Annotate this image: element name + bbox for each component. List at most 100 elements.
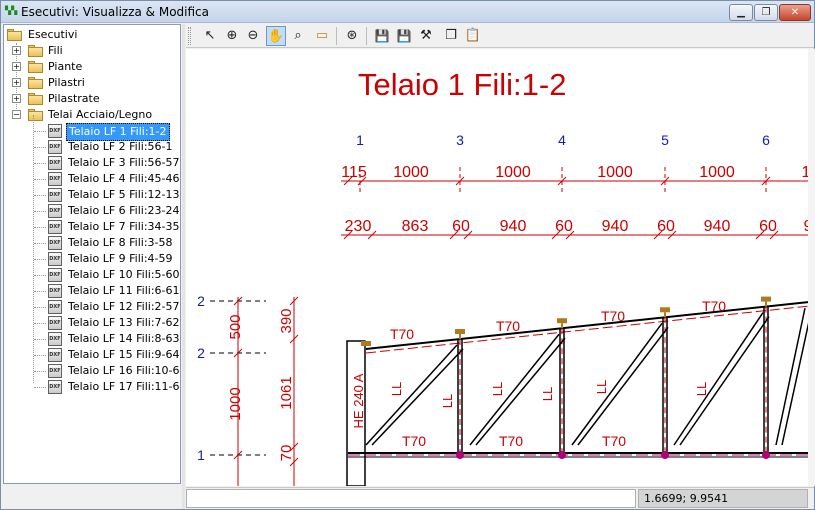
- dimension-value: 940: [602, 218, 629, 235]
- save-icon[interactable]: 💾: [372, 26, 392, 46]
- member-label: LL: [540, 387, 555, 401]
- measure-ruler-icon[interactable]: ▭: [312, 26, 332, 46]
- dxf-file-icon: DXF: [48, 332, 62, 346]
- zoom-out-icon[interactable]: ⊖: [243, 26, 263, 46]
- dxf-file-icon: DXF: [48, 124, 62, 138]
- folder-icon: [28, 61, 44, 73]
- tree-guide-line: [34, 307, 46, 308]
- save-as-icon[interactable]: 💾: [394, 26, 414, 46]
- splitter[interactable]: [182, 24, 185, 509]
- tree-item-telaio[interactable]: DXF Telaio LF 13 Fili:7-62: [4, 315, 180, 331]
- close-button[interactable]: ✕: [779, 4, 811, 21]
- toolbar-separator: [336, 27, 337, 45]
- dxf-file-icon: DXF: [48, 316, 62, 330]
- dimension-value: 1000: [393, 164, 429, 181]
- tree-guide-line: [34, 371, 46, 372]
- expand-toggle-icon[interactable]: +: [12, 62, 21, 71]
- dxf-file-icon: DXF: [48, 300, 62, 314]
- member-label: T70: [499, 433, 523, 449]
- tree-item-telaio[interactable]: DXF Telaio LF 7 Fili:34-35: [4, 219, 180, 235]
- tree-item-telaio[interactable]: DXF Telaio LF 3 Fili:56-57: [4, 155, 180, 171]
- tree-folder-label: Fili: [48, 44, 63, 57]
- tree-guide-line: [34, 339, 46, 340]
- tree-guide-line: [34, 163, 46, 164]
- tree-item-label: Telaio LF 10 Fili:5-60: [68, 268, 180, 281]
- folder-icon: [28, 109, 44, 121]
- tree-item-telaio[interactable]: DXF Telaio LF 14 Fili:8-63: [4, 331, 180, 347]
- dxf-file-icon: DXF: [48, 236, 62, 250]
- tree-item-telaio[interactable]: DXF Telaio LF 2 Fili:56-1: [4, 139, 180, 155]
- minimize-button[interactable]: ▁: [729, 4, 753, 21]
- tree-item-telaio[interactable]: DXF Telaio LF 4 Fili:45-46: [4, 171, 180, 187]
- expand-toggle-icon[interactable]: +: [12, 78, 21, 87]
- tree-folder-fili[interactable]: + Fili: [4, 43, 180, 59]
- tree-item-label: Telaio LF 4 Fili:45-46: [68, 172, 180, 185]
- dxf-file-icon: DXF: [48, 284, 62, 298]
- expand-toggle-icon[interactable]: +: [12, 94, 21, 103]
- truss-diagonal: [781, 322, 808, 446]
- tree-guide-line: [34, 323, 46, 324]
- column-axis-label: 1: [356, 132, 364, 148]
- tree-guide-line: [34, 355, 46, 356]
- tree-guide-line: [34, 179, 46, 180]
- truss-diagonal: [571, 322, 663, 446]
- member-label: LL: [440, 394, 455, 408]
- level-label: 2: [197, 293, 205, 309]
- tree-folder-label: Piante: [48, 60, 83, 73]
- tree-folder-piante[interactable]: + Piante: [4, 59, 180, 75]
- tree-item-telaio[interactable]: DXF Telaio LF 16 Fili:10-65: [4, 363, 180, 379]
- maximize-button[interactable]: ❐: [754, 4, 778, 21]
- tree-item-label: Telaio LF 14 Fili:8-63: [68, 332, 180, 345]
- pan-hand-icon[interactable]: ✋: [266, 26, 286, 46]
- tree-folder-pilastrate[interactable]: + Pilastrate: [4, 91, 180, 107]
- dimension-value: 863: [402, 218, 429, 235]
- drawing-toolbar: ↖ ⊕ ⊖ ✋ ⌕ ▭ ⊛ 💾 💾 ⚒ ❐ 📋: [186, 24, 814, 48]
- zoom-in-icon[interactable]: ⊕: [222, 26, 242, 46]
- dxf-file-icon: DXF: [48, 380, 62, 394]
- tree-guide-line: [34, 227, 46, 228]
- level-label: 1: [197, 447, 205, 463]
- tree-item-telaio[interactable]: DXF Telaio LF 12 Fili:2-57: [4, 299, 180, 315]
- tools-icon[interactable]: ⚒: [416, 26, 436, 46]
- tree-item-telaio[interactable]: DXF Telaio LF 17 Fili:11-66: [4, 379, 180, 395]
- paste-icon[interactable]: 📋: [463, 26, 483, 46]
- tree-guide-line: [34, 131, 46, 132]
- tree-item-telaio[interactable]: DXF Telaio LF 9 Fili:4-59: [4, 251, 180, 267]
- zoom-window-icon[interactable]: ⌕: [288, 26, 308, 46]
- toolbar-grip[interactable]: [188, 27, 191, 45]
- tree-view[interactable]: Esecutivi + Fili + Piante + Pilastri + Pilastrat…: [3, 24, 181, 484]
- tree-guide-line: [34, 387, 46, 388]
- tree-folder-pilastri[interactable]: + Pilastri: [4, 75, 180, 91]
- tree-item-telaio[interactable]: DXF Telaio LF 10 Fili:5-60: [4, 267, 180, 283]
- expand-toggle-icon[interactable]: +: [12, 46, 21, 55]
- dimension-value: 1000: [699, 164, 735, 181]
- copy-icon[interactable]: ❐: [441, 26, 461, 46]
- expand-toggle-icon[interactable]: −: [12, 110, 21, 119]
- dimension-value: 1000: [495, 164, 531, 181]
- tree-folder-telai-acciaio-legno[interactable]: − Telai Acciaio/Legno: [4, 107, 180, 123]
- truss-diagonal: [673, 312, 764, 446]
- dimension-value: 115: [341, 164, 367, 181]
- dimension-value: 1000: [227, 387, 244, 420]
- zoom-extents-icon[interactable]: ⊛: [342, 26, 362, 46]
- vertical-scrollbar[interactable]: [808, 49, 815, 486]
- drawing-canvas[interactable]: Telaio 1 Fili:1-2 1 3 4 5 6 115 1000 1000 1000 10…: [186, 49, 808, 486]
- tree-item-telaio[interactable]: DXF Telaio LF 8 Fili:3-58: [4, 235, 180, 251]
- top-chord: [365, 301, 808, 350]
- tree-root[interactable]: Esecutivi: [4, 27, 180, 43]
- tree-item-telaio[interactable]: DXF Telaio LF 6 Fili:23-24: [4, 203, 180, 219]
- tree-item-telaio[interactable]: DXF Telaio LF 5 Fili:12-13: [4, 187, 180, 203]
- pointer-icon[interactable]: ↖: [200, 26, 220, 46]
- dimension-value: 230: [345, 218, 372, 235]
- tree-item-telaio[interactable]: DXF Telaio LF 11 Fili:6-61: [4, 283, 180, 299]
- tree-item-telaio[interactable]: DXF Telaio LF 1 Fili:1-2: [4, 123, 180, 141]
- drawing-title: Telaio 1 Fili:1-2: [358, 67, 566, 102]
- top-chord-axis: [365, 305, 808, 354]
- tree-item-label: Telaio LF 16 Fili:10-65: [68, 364, 181, 377]
- dimension-value: 1061: [278, 376, 295, 409]
- tree-item-telaio[interactable]: DXF Telaio LF 15 Fili:9-64: [4, 347, 180, 363]
- dimension-value: 500: [227, 314, 244, 339]
- tree-item-label: Telaio LF 17 Fili:11-66: [68, 380, 181, 393]
- bolt-plate: [557, 318, 567, 324]
- app-icon: ▚▚: [5, 6, 18, 15]
